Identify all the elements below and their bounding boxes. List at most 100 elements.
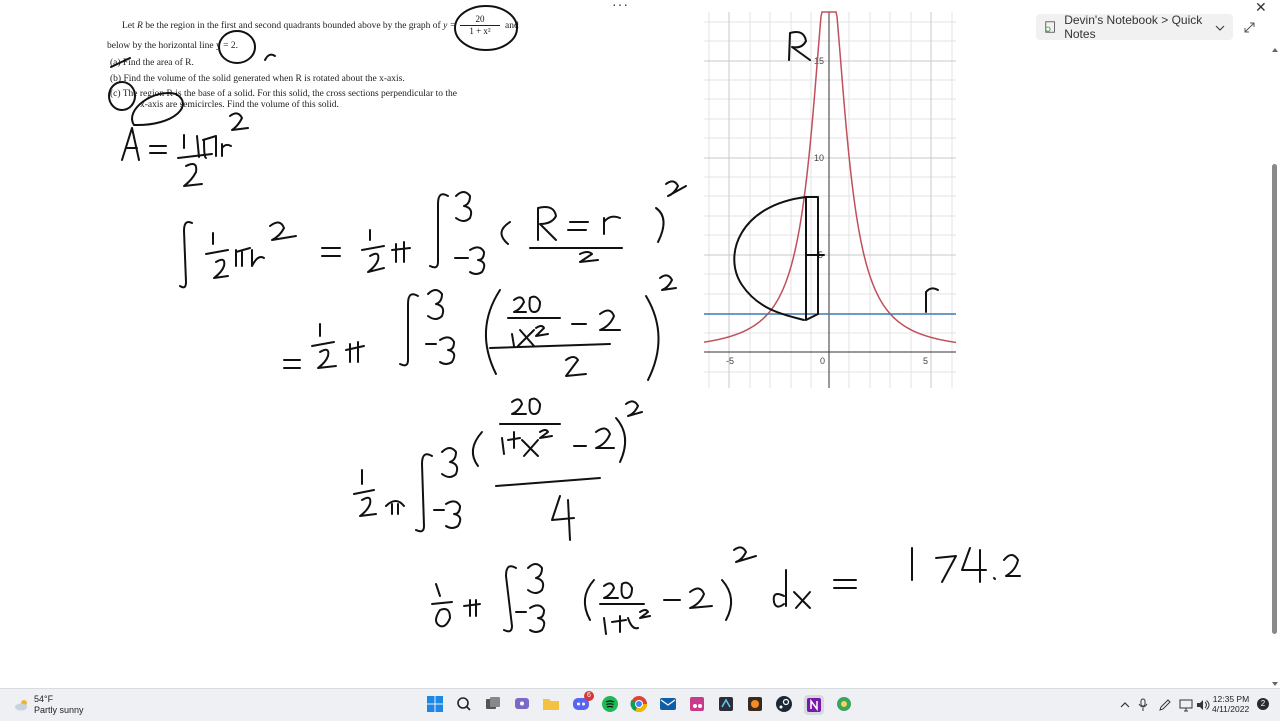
ink-decimal-point	[993, 577, 996, 580]
ink-pi-5	[463, 599, 481, 617]
microphone-icon[interactable]	[1138, 693, 1148, 714]
ink-cross-section	[805, 196, 819, 321]
chrome-icon[interactable]	[630, 695, 650, 715]
ink-half-1	[205, 232, 229, 279]
ink-digit-7	[935, 555, 957, 583]
ink-half-3	[311, 323, 337, 369]
y-tick-15: 15	[814, 56, 824, 66]
ink-pi-4	[385, 500, 405, 515]
ink-20-a	[513, 295, 541, 313]
ink-lower-neg3-c	[433, 500, 462, 529]
tray-overflow-icon[interactable]	[1120, 693, 1130, 711]
network-icon[interactable]	[1179, 693, 1193, 714]
ink-R-label	[788, 31, 811, 61]
ink-circle-part-c	[108, 81, 136, 111]
ink-2-b	[595, 427, 615, 449]
discord-badge: 6	[584, 691, 594, 701]
chat-icon[interactable]	[513, 695, 533, 715]
start-icon[interactable]	[426, 695, 446, 715]
ink-dx	[772, 569, 811, 609]
ink-paren-open-4	[583, 579, 595, 621]
ink-integral-5	[503, 565, 517, 633]
x-tick-5: 5	[923, 356, 928, 366]
ink-pi-2	[391, 241, 411, 263]
ink-2-c	[689, 587, 713, 609]
ink-exp-2-5	[733, 546, 757, 563]
ink-r-label	[925, 287, 939, 313]
ink-fraction-bar-2	[489, 343, 611, 349]
notification-badge[interactable]: 2	[1257, 698, 1269, 710]
ink-equals-1	[149, 145, 167, 154]
ink-paren-close-1	[655, 207, 665, 243]
ink-fraction-bar-3	[495, 477, 601, 487]
ink-2-a	[599, 309, 621, 331]
ink-paren-open-2	[485, 289, 501, 375]
ink-exp-2-4	[625, 400, 643, 417]
ink-minus-1	[567, 221, 589, 231]
ink-exp-2-1	[269, 221, 297, 241]
ink-circle-region	[131, 91, 184, 127]
cloud-sun-icon	[15, 700, 27, 711]
app-icon-3[interactable]	[835, 695, 855, 715]
onenote-icon[interactable]	[804, 695, 824, 715]
mail-icon[interactable]	[659, 695, 679, 715]
spotify-icon[interactable]	[601, 695, 621, 715]
app-icon-1[interactable]	[717, 695, 737, 715]
ink-exp-2	[229, 112, 249, 131]
ink-den-2-2	[565, 356, 587, 377]
taskbar: 54°F Partly sunny 6 12:35 PM 4/11/2022 2	[0, 688, 1280, 721]
ink-lower-neg3-d	[515, 604, 546, 633]
ink-equals-3	[283, 359, 301, 369]
ink-paren-open-3	[471, 431, 483, 467]
ink-den-2-1	[579, 251, 599, 263]
ink-R	[537, 206, 557, 241]
ink-lower-neg3-b	[425, 336, 456, 365]
scrollbar-thumb[interactable]	[1272, 164, 1277, 634]
ink-r	[221, 143, 232, 157]
ink-den-4	[551, 495, 575, 541]
clock[interactable]: 12:35 PM 4/11/2022	[1212, 694, 1249, 714]
ink-1-plus-x2-b	[501, 429, 553, 457]
y-tick-10: 10	[814, 153, 824, 163]
app-icon-2[interactable]	[746, 695, 766, 715]
task-view-icon[interactable]	[484, 695, 504, 715]
ink-upper-3-c	[441, 447, 459, 478]
ink-paren-close-2	[645, 295, 660, 381]
temperature: 54°F	[34, 694, 54, 704]
scroll-up-icon[interactable]	[1271, 40, 1279, 58]
search-icon[interactable]	[455, 695, 475, 715]
ink-integral-1	[179, 221, 193, 289]
ink-upper-3-b	[427, 289, 445, 320]
ink-equals-5	[833, 579, 857, 589]
file-explorer-icon[interactable]	[542, 695, 562, 715]
ink-exp-2-3	[659, 274, 677, 291]
snipping-icon[interactable]	[688, 695, 708, 715]
ink-digit-2	[1003, 554, 1021, 577]
ink-integral-3	[399, 293, 419, 367]
volume-icon[interactable]	[1196, 693, 1210, 714]
ink-half	[177, 134, 213, 187]
ink-pi-r-1	[235, 247, 265, 267]
ink-paren-open-1	[500, 221, 511, 245]
ink-20-c	[603, 581, 633, 599]
x-tick-0: 0	[820, 356, 825, 366]
ink-1-plus-x2-a	[511, 325, 549, 347]
ink-equals-2	[321, 247, 341, 257]
ink-paren-close-4	[721, 579, 733, 621]
ink-pi-3	[345, 341, 365, 363]
ink-circle-function	[454, 5, 518, 51]
vertical-scrollbar[interactable]	[1269, 14, 1280, 686]
weather-condition: Partly sunny	[34, 705, 84, 715]
weather-widget[interactable]: 54°F Partly sunny	[14, 694, 84, 716]
ink-exp-2-2	[665, 180, 687, 197]
discord-icon[interactable]: 6	[572, 691, 594, 715]
ink-digit-4	[961, 547, 987, 583]
ink-half-2	[361, 229, 385, 273]
ink-1-plus-x2-c	[603, 609, 651, 635]
pen-icon[interactable]	[1158, 693, 1172, 714]
time: 12:35 PM	[1212, 694, 1250, 704]
ink-upper-3	[455, 191, 473, 222]
ink-circle-line	[218, 30, 256, 64]
ink-paren-close-3	[615, 417, 627, 463]
steam-icon[interactable]	[775, 695, 795, 715]
